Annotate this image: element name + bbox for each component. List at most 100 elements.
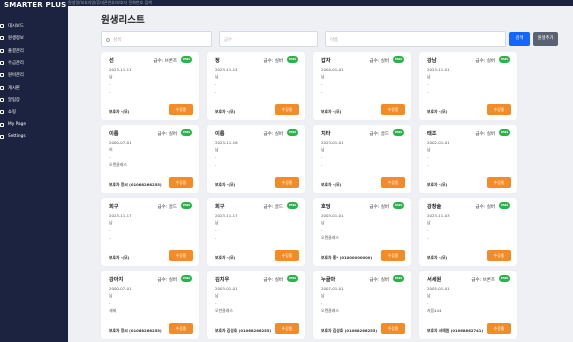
gender: 남 xyxy=(215,74,219,79)
sidebar-item-3[interactable]: 수금관리 xyxy=(0,57,68,69)
gender: 남 xyxy=(109,74,113,79)
sidebar-item-2[interactable]: 출결관리 xyxy=(0,45,68,57)
class-name: 오렌클래스 xyxy=(321,235,339,240)
student-card[interactable]: 선 급수: 브론즈 PASS 2023-11-11 남 - - 보호자 -(모) 수강중 xyxy=(101,52,199,120)
global-search-input[interactable]: 원생명/보호자명/휴대폰번호/보호자 전화번호 검색 xyxy=(68,0,152,6)
class-name: 세제 xyxy=(109,308,117,313)
status-button[interactable]: 수강중 xyxy=(169,104,193,115)
status-button[interactable]: 수강중 xyxy=(169,323,193,334)
student-card[interactable]: 호엉 급수: 실버 PASS 2003-01-01 남 - 오렌클래스 보호자 홍* (010… xyxy=(313,198,411,266)
name-input[interactable]: 이름 xyxy=(325,31,506,47)
pass-badge: PASS xyxy=(499,202,510,209)
add-student-button[interactable]: 원생추가 xyxy=(533,32,558,46)
info-line: - xyxy=(427,227,429,232)
student-card[interactable]: 태조 급수: 실버 PASS 2002-01-01 남 - - 보호자 -(모) 수강중 xyxy=(419,125,517,193)
sidebar-item-label: 원비관리 xyxy=(8,73,24,79)
status-button[interactable]: 수강중 xyxy=(487,104,511,115)
status-button[interactable]: 수강중 xyxy=(381,250,405,261)
pass-badge: PASS xyxy=(287,202,298,209)
sidebar-item-label: 원생정보 xyxy=(8,36,24,42)
grade-label: 급수: 실버 xyxy=(369,58,389,64)
gender: 남 xyxy=(109,293,113,298)
sidebar-item-6[interactable]: 알림장 xyxy=(0,94,68,106)
pass-badge: PASS xyxy=(287,275,298,282)
status-button[interactable]: 수강중 xyxy=(487,323,511,334)
sidebar-item-4[interactable]: 원비관리 xyxy=(0,69,68,81)
student-card[interactable]: 이름 급수: 실버 PASS 2023-11-16 남 - - 보호자 -(모) 수강중 xyxy=(207,125,305,193)
gender: 남 xyxy=(215,293,219,298)
grade-label: 급수: 실버 xyxy=(263,131,283,137)
student-name: 치타 xyxy=(321,131,331,137)
student-card[interactable]: 갑자 급수: 실버 PASS 2004-01-01 남 - - 보호자 -(모) 수강중 xyxy=(313,52,411,120)
gear-icon xyxy=(0,134,4,139)
sidebar-item-5[interactable]: 게시판 xyxy=(0,81,68,93)
status-button[interactable]: 수강중 xyxy=(275,177,299,188)
money-icon xyxy=(0,61,4,66)
sidebar-item-9[interactable]: Settings xyxy=(0,131,68,143)
sidebar-item-7[interactable]: 쇼핑 xyxy=(0,106,68,118)
status-button[interactable]: 수강중 xyxy=(169,250,193,261)
status-button[interactable]: 수강중 xyxy=(381,323,405,334)
status-button[interactable]: 수강중 xyxy=(487,250,511,261)
student-name: 강아지 xyxy=(109,277,124,283)
sidebar-item-label: 게시판 xyxy=(8,85,20,91)
page-title: 원생리스트 xyxy=(101,15,145,26)
student-card[interactable]: 김치우 급수: 실버 PASS 2003-01-01 남 - 오반클래스 보호자 김성호 (0… xyxy=(207,271,305,339)
pass-badge: PASS xyxy=(181,202,192,209)
guardian-info: 보호자 -(모) xyxy=(215,254,236,260)
status-button[interactable]: 수강중 xyxy=(381,177,405,188)
gender: 남 xyxy=(215,147,219,152)
status-button[interactable]: 수강중 xyxy=(381,104,405,115)
gender: 남 xyxy=(321,74,325,79)
class-name: - xyxy=(321,89,323,94)
grade-label: 급수: 실버 xyxy=(475,204,495,210)
info-line: - xyxy=(109,81,111,86)
class-name: - xyxy=(215,89,217,94)
guardian-info: 보호자 -(모) xyxy=(427,254,448,260)
info-line: - xyxy=(321,154,323,159)
student-name: 강남 xyxy=(427,58,437,64)
status-button[interactable]: 수강중 xyxy=(169,177,193,188)
grade-label: 급수: 실버 xyxy=(369,277,389,283)
info-line: - xyxy=(215,81,217,86)
user-icon xyxy=(0,122,4,127)
pass-badge: PASS xyxy=(499,275,510,282)
sidebar-item-label: 출결관리 xyxy=(8,48,24,54)
student-card[interactable]: 강남 급수: 실버 PASS 2023-11-01 남 - - 보호자 -(모) 수강중 xyxy=(419,52,517,120)
guardian-info: 보호자 -(모) xyxy=(427,108,448,114)
status-button[interactable]: 수강중 xyxy=(275,250,299,261)
class-name: 오렌클래스 xyxy=(321,308,339,313)
search-button[interactable]: 검색 xyxy=(509,32,530,46)
student-card[interactable]: 누골마 급수: 실버 PASS 2007-01-01 남 - 오렌클래스 보호자 김성호 (0… xyxy=(313,271,411,339)
grade-input[interactable]: 급수 xyxy=(219,31,318,47)
class-name: - xyxy=(215,162,217,167)
status-button[interactable]: 수강중 xyxy=(487,177,511,188)
student-card[interactable]: 회구 급수: 골드 PASS 2023-11-17 남 - - 보호자 -(모) 수강중 xyxy=(207,198,305,266)
pass-badge: PASS xyxy=(393,129,404,136)
grade-label: 급수: 골드 xyxy=(263,204,283,210)
info-line: - xyxy=(321,300,323,305)
student-card[interactable]: 강아지 급수: 실버 PASS 2000-07-01 남 - 세제 보호자 정씨 (01068… xyxy=(101,271,199,339)
pass-badge: PASS xyxy=(287,56,298,63)
student-card[interactable]: 서세원 급수: 브론즈 PASS 2005-01-01 남 - 저음444 보호자 서예원 (… xyxy=(419,271,517,339)
status-button[interactable]: 수강중 xyxy=(275,104,299,115)
gender: 남 xyxy=(321,147,325,152)
grade-label: 급수: 실버 xyxy=(157,277,177,283)
info-line: - xyxy=(109,300,111,305)
sidebar-item-0[interactable]: 대시보드 xyxy=(0,20,68,32)
sidebar-item-8[interactable]: My Page xyxy=(0,118,68,130)
status-button[interactable]: 수강중 xyxy=(275,323,299,334)
search-input[interactable]: 검색 xyxy=(101,31,212,47)
student-card[interactable]: 치타 급수: 골드 PASS 2023-01-01 남 - - 보호자 -(모) 수강중 xyxy=(313,125,411,193)
info-line: - xyxy=(321,227,323,232)
guardian-info: 보호자 김성호 (01068266255) xyxy=(215,327,272,333)
student-card[interactable]: 이름 급수: 실버 PASS 2000-07-01 여 - 오렌클래스 보호자 정씨 (010… xyxy=(101,125,199,193)
board-icon xyxy=(0,85,4,90)
student-card[interactable]: 정 급수: 실버 PASS 2023-11-14 남 - - 보호자 -(모) 수강중 xyxy=(207,52,305,120)
guardian-info: 보호자 -(모) xyxy=(321,181,342,187)
brand-logo[interactable]: SMARTER PLUS xyxy=(0,0,68,13)
sidebar-item-1[interactable]: 원생정보 xyxy=(0,32,68,44)
student-card[interactable]: 회구 급수: 골드 PASS 2023-11-17 남 - - 보호자 -(모) 수강중 xyxy=(101,198,199,266)
info-line: - xyxy=(215,300,217,305)
student-card[interactable]: 강창솔 급수: 실버 PASS 2023-11-03 남 - - 보호자 -(모) 수강중 xyxy=(419,198,517,266)
